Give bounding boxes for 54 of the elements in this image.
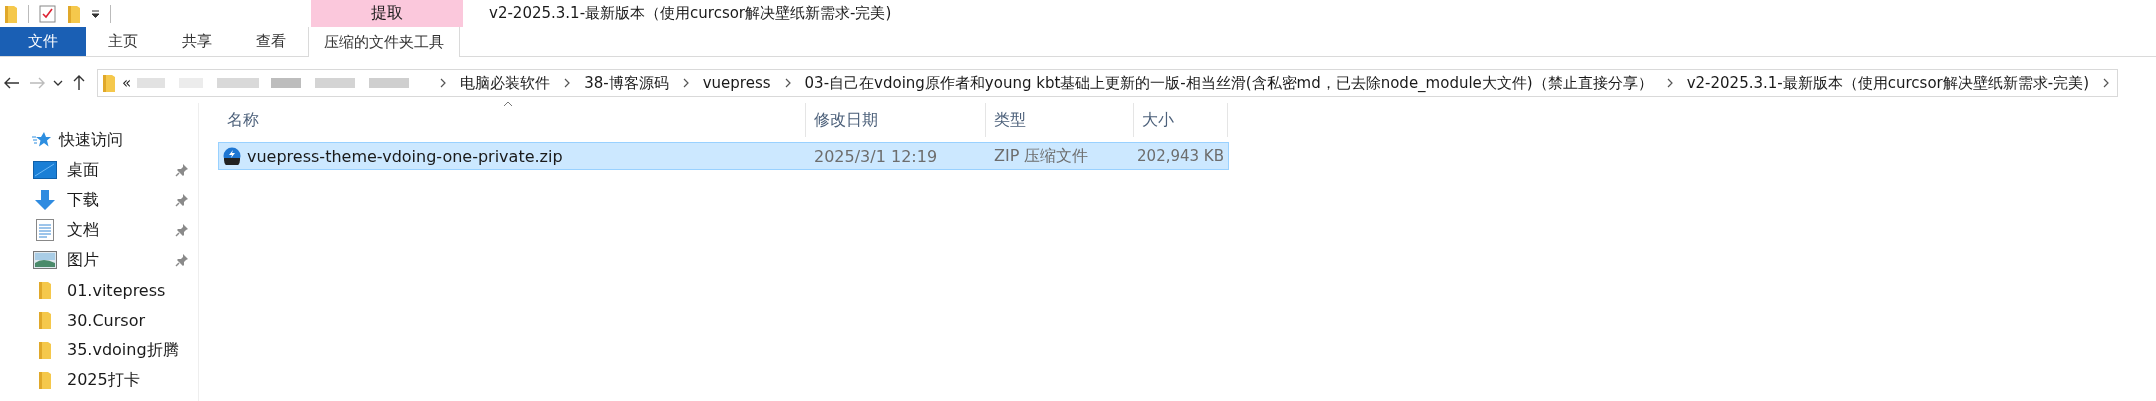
date-cell-text: 2025/3/1 12:19: [813, 146, 939, 166]
folder-icon: [38, 310, 52, 330]
monitor-icon: [33, 161, 57, 179]
ribbon-tab[interactable]: 压缩的文件夹工具: [308, 27, 460, 57]
sidebar-item[interactable]: 30.Cursor: [67, 310, 146, 330]
folder-icon: [38, 340, 52, 360]
ribbon-tab[interactable]: 主页: [86, 27, 160, 56]
overflow-chevrons[interactable]: «: [116, 74, 138, 92]
breadcrumb[interactable]: 电脑必装软件: [454, 73, 557, 93]
document-icon: [36, 219, 54, 241]
pin-icon[interactable]: [175, 253, 189, 267]
folder-icon: [38, 370, 52, 390]
column-header[interactable]: 修改日期: [814, 109, 878, 131]
pin-icon[interactable]: [175, 223, 189, 237]
sidebar-item[interactable]: 35.vdoing折腾: [67, 339, 179, 361]
ribbon-tab[interactable]: 查看: [234, 27, 308, 56]
ribbon-tab[interactable]: 文件: [0, 27, 86, 56]
address-bar[interactable]: « 电脑必装软件 38-博客源码 vuepress 03-自己在vdoing原作者和young kbt基础上更新的一版-相当丝滑(含私密md，已去除node_module大文件)（禁止直接分享） v2-2025.3.1-最新版本（使用curcsor解决壁纸新需求-完美): [97, 69, 2118, 97]
column-header[interactable]: 大小: [1142, 109, 1174, 131]
download-arrow-icon: [34, 189, 56, 211]
back-arrow-icon[interactable]: [4, 77, 21, 89]
sidebar-item[interactable]: 图片: [67, 249, 99, 271]
sidebar-item[interactable]: 桌面: [67, 159, 99, 181]
breadcrumb[interactable]: 03-自己在vdoing原作者和young kbt基础上更新的一版-相当丝滑(含私密md，已去除node_module大文件)（禁止直接分享）: [798, 73, 1659, 93]
file-name: vuepress-theme-vdoing-one-private.zip: [247, 146, 563, 166]
chevron-down-icon[interactable]: [52, 80, 63, 86]
dropdown-icon[interactable]: [91, 9, 100, 18]
sidebar-item[interactable]: 2025打卡: [67, 369, 140, 391]
zip-icon: [223, 147, 241, 165]
breadcrumb[interactable]: vuepress: [696, 74, 777, 92]
breadcrumb[interactable]: v2-2025.3.1-最新版本（使用curcsor解决壁纸新需求-完美): [1680, 73, 2095, 93]
sidebar-item[interactable]: 下载: [67, 189, 99, 211]
window-title: v2-2025.3.1-最新版本（使用curcsor解决壁纸新需求-完美): [489, 4, 892, 23]
star-icon: [32, 131, 52, 149]
ribbon-tab[interactable]: 共享: [160, 27, 234, 56]
checkmark-icon[interactable]: [39, 4, 57, 23]
folder-icon: [67, 3, 81, 24]
folder-icon: [38, 280, 52, 300]
context-tab-header: 提取: [311, 0, 463, 27]
file-row[interactable]: vuepress-theme-vdoing-one-private.zip 2025/3/1 12:19 ZIP 压缩文件 202,943 KB: [219, 143, 1228, 169]
quick-access-label[interactable]: 快速访问: [59, 129, 123, 151]
sidebar-item[interactable]: 01.vitepress: [67, 280, 166, 300]
size-cell-text: 202,943 KB: [1136, 147, 1225, 165]
folder-icon: [102, 73, 117, 93]
breadcrumb[interactable]: 38-博客源码: [578, 73, 675, 93]
sidebar-item[interactable]: 文档: [67, 219, 99, 241]
type-cell-text: ZIP 压缩文件: [993, 145, 1090, 167]
column-header[interactable]: 类型: [994, 109, 1026, 131]
pin-icon[interactable]: [175, 193, 189, 207]
picture-icon: [33, 251, 57, 269]
folder-icon: [4, 3, 18, 24]
pin-icon[interactable]: [175, 163, 189, 177]
column-header[interactable]: 名称: [227, 109, 259, 131]
up-arrow-icon[interactable]: [72, 75, 85, 91]
